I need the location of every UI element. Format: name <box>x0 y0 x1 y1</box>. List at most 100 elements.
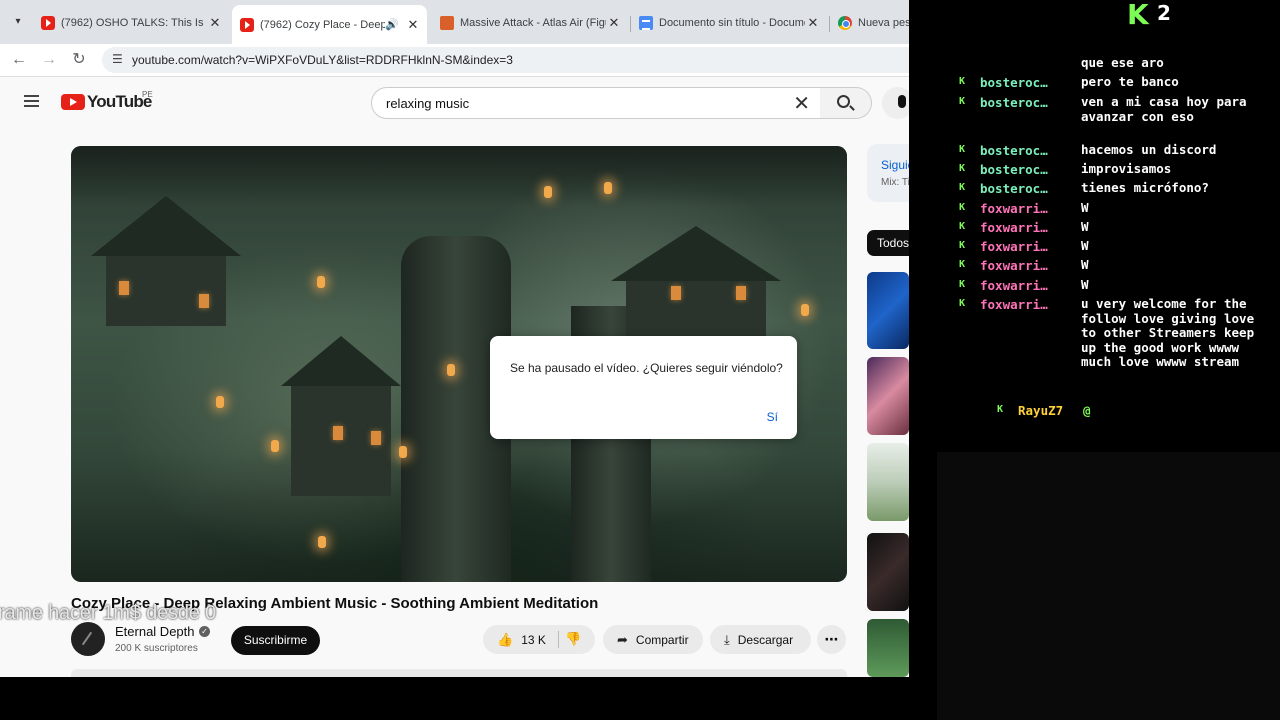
tab-search-dropdown-icon[interactable]: ▾ <box>8 12 28 32</box>
country-code: PE <box>142 90 153 99</box>
kick-badge-icon: K <box>959 298 966 309</box>
like-count: 13 K <box>521 632 546 647</box>
back-arrow-icon[interactable]: ← <box>7 48 31 72</box>
lantern <box>318 536 326 548</box>
lit-window <box>371 431 381 445</box>
like-divider <box>558 631 559 648</box>
chat-username[interactable]: foxwarri… <box>980 220 1074 235</box>
search-input[interactable]: relaxing music ✕ <box>371 87 821 119</box>
chat-text: W <box>1081 257 1089 272</box>
chat-username[interactable]: foxwarri… <box>980 239 1074 254</box>
tab-osho-talks[interactable]: (7962) OSHO TALKS: This Is Onl ✕ <box>33 9 229 37</box>
thumbs-down-icon[interactable]: 👎 <box>565 631 581 647</box>
next-label: Siguie <box>881 158 909 172</box>
chat-text: que ese aro <box>1081 55 1164 70</box>
recommended-thumbnail[interactable] <box>867 443 909 521</box>
tab-title: Documento sin título - Docume <box>659 17 805 29</box>
tab-title: (7962) OSHO TALKS: This Is Onl <box>61 17 207 29</box>
lantern <box>544 186 552 198</box>
kick-badge-icon: K <box>959 96 966 107</box>
search-value: relaxing music <box>386 96 470 111</box>
chat-username[interactable]: foxwarri… <box>980 201 1074 216</box>
tab-title: (7962) Cozy Place - Deep Re <box>260 18 386 31</box>
media-icon <box>440 16 454 30</box>
chat-username[interactable]: foxwarri… <box>980 258 1074 273</box>
share-button[interactable]: ➦ Compartir <box>603 625 703 654</box>
kick-badge-icon: K <box>959 76 966 87</box>
clear-search-icon[interactable]: ✕ <box>793 91 810 116</box>
next-in-mix-card[interactable]: Siguie Mix: Ti <box>867 144 909 202</box>
tab-nueva-pestana[interactable]: Nueva pesta <box>830 9 909 37</box>
recommended-thumbnail[interactable] <box>867 357 909 435</box>
channel-name[interactable]: Eternal Depth <box>115 624 195 639</box>
url-text: youtube.com/watch?v=WiPXFoVDuLY&list=RDD… <box>132 53 513 67</box>
chat-username[interactable]: bosteroc… <box>980 162 1074 177</box>
site-info-icon[interactable]: ☰ <box>112 52 123 66</box>
chat-text: W <box>1081 200 1089 215</box>
kick-badge-icon: K <box>959 202 966 213</box>
video-player[interactable]: Se ha pausado el vídeo. ¿Quieres seguir … <box>71 146 847 582</box>
dialog-message: Se ha pausado el vídeo. ¿Quieres seguir … <box>510 361 783 375</box>
close-icon[interactable]: ✕ <box>606 15 622 31</box>
download-button[interactable]: ⤓ Descargar <box>710 625 811 654</box>
forward-arrow-icon[interactable]: → <box>37 48 61 72</box>
recommended-thumbnail[interactable] <box>867 619 909 677</box>
docs-icon <box>639 16 653 30</box>
like-button[interactable]: 👍 13 K 👎 <box>483 625 595 654</box>
tab-title: Massive Attack - Atlas Air (Figu <box>460 17 606 29</box>
filter-chip-all[interactable]: Todos <box>867 230 909 256</box>
search-button[interactable] <box>820 87 872 119</box>
kick-badge-icon: K <box>959 182 966 193</box>
subscribe-button[interactable]: Suscribirme <box>231 626 320 655</box>
browser-window: ▾ (7962) OSHO TALKS: This Is Onl ✕ (7962… <box>0 0 909 677</box>
chat-username[interactable]: foxwarri… <box>980 297 1074 312</box>
chat-username[interactable]: bosteroc… <box>980 143 1074 158</box>
chat-text: pero te banco <box>1081 74 1179 89</box>
kick-badge-icon: K <box>959 163 966 174</box>
chat-username[interactable]: bosteroc… <box>980 95 1074 110</box>
chat-username[interactable]: RayuZ7 <box>1018 403 1063 418</box>
recommended-thumbnail[interactable] <box>867 272 909 349</box>
youtube-icon <box>240 17 254 32</box>
recommended-thumbnail[interactable] <box>867 533 909 611</box>
lantern <box>447 364 455 376</box>
description-box[interactable] <box>71 669 847 677</box>
kick-badge-icon: K <box>959 144 966 155</box>
chat-username[interactable]: bosteroc… <box>980 181 1074 196</box>
tab-massive-attack[interactable]: Massive Attack - Atlas Air (Figu ✕ <box>432 9 628 37</box>
lantern <box>604 182 612 194</box>
lantern <box>399 446 407 458</box>
channel-avatar[interactable] <box>71 622 105 656</box>
tab-documento[interactable]: Documento sin título - Docume ✕ <box>631 9 827 37</box>
more-options-icon[interactable]: ⋯ <box>817 625 846 654</box>
close-icon[interactable]: ✕ <box>805 15 821 31</box>
microphone-icon[interactable] <box>882 87 909 119</box>
dialog-yes-button[interactable]: Sí <box>767 410 778 424</box>
address-bar[interactable]: ☰ youtube.com/watch?v=WiPXFoVDuLY&list=R… <box>102 47 909 73</box>
browser-toolbar: ← → ↻ ☰ youtube.com/watch?v=WiPXFoVDuLY&… <box>0 44 909 76</box>
lit-window <box>736 286 746 300</box>
chat-username[interactable]: bosteroc… <box>980 75 1074 90</box>
lit-window <box>119 281 129 295</box>
kick-badge-icon: K <box>959 279 966 290</box>
lit-window <box>199 294 209 308</box>
share-icon: ➦ <box>617 631 628 647</box>
menu-icon[interactable] <box>24 95 39 107</box>
youtube-logo-icon[interactable] <box>61 94 85 110</box>
chat-text: improvisamos <box>1081 161 1172 176</box>
speaker-icon[interactable]: 🔊 <box>385 18 399 31</box>
chat-text: W <box>1081 277 1089 292</box>
chat-username[interactable]: foxwarri… <box>980 278 1074 293</box>
download-label: Descargar <box>737 632 794 647</box>
lantern <box>216 396 224 408</box>
share-label: Compartir <box>635 632 689 647</box>
close-icon[interactable]: ✕ <box>207 15 223 31</box>
tab-title: Nueva pesta <box>858 17 909 29</box>
chat-text: W <box>1081 238 1089 253</box>
close-icon[interactable]: ✕ <box>405 17 421 33</box>
stream-overlay-text: rame hacer 1m$ desde 0 <box>0 602 216 624</box>
chat-text: W <box>1081 219 1089 234</box>
reload-icon[interactable]: ↻ <box>67 48 91 72</box>
tab-cozy-place[interactable]: (7962) Cozy Place - Deep Re 🔊 ✕ <box>232 5 427 44</box>
tab-strip: ▾ (7962) OSHO TALKS: This Is Onl ✕ (7962… <box>0 0 909 44</box>
